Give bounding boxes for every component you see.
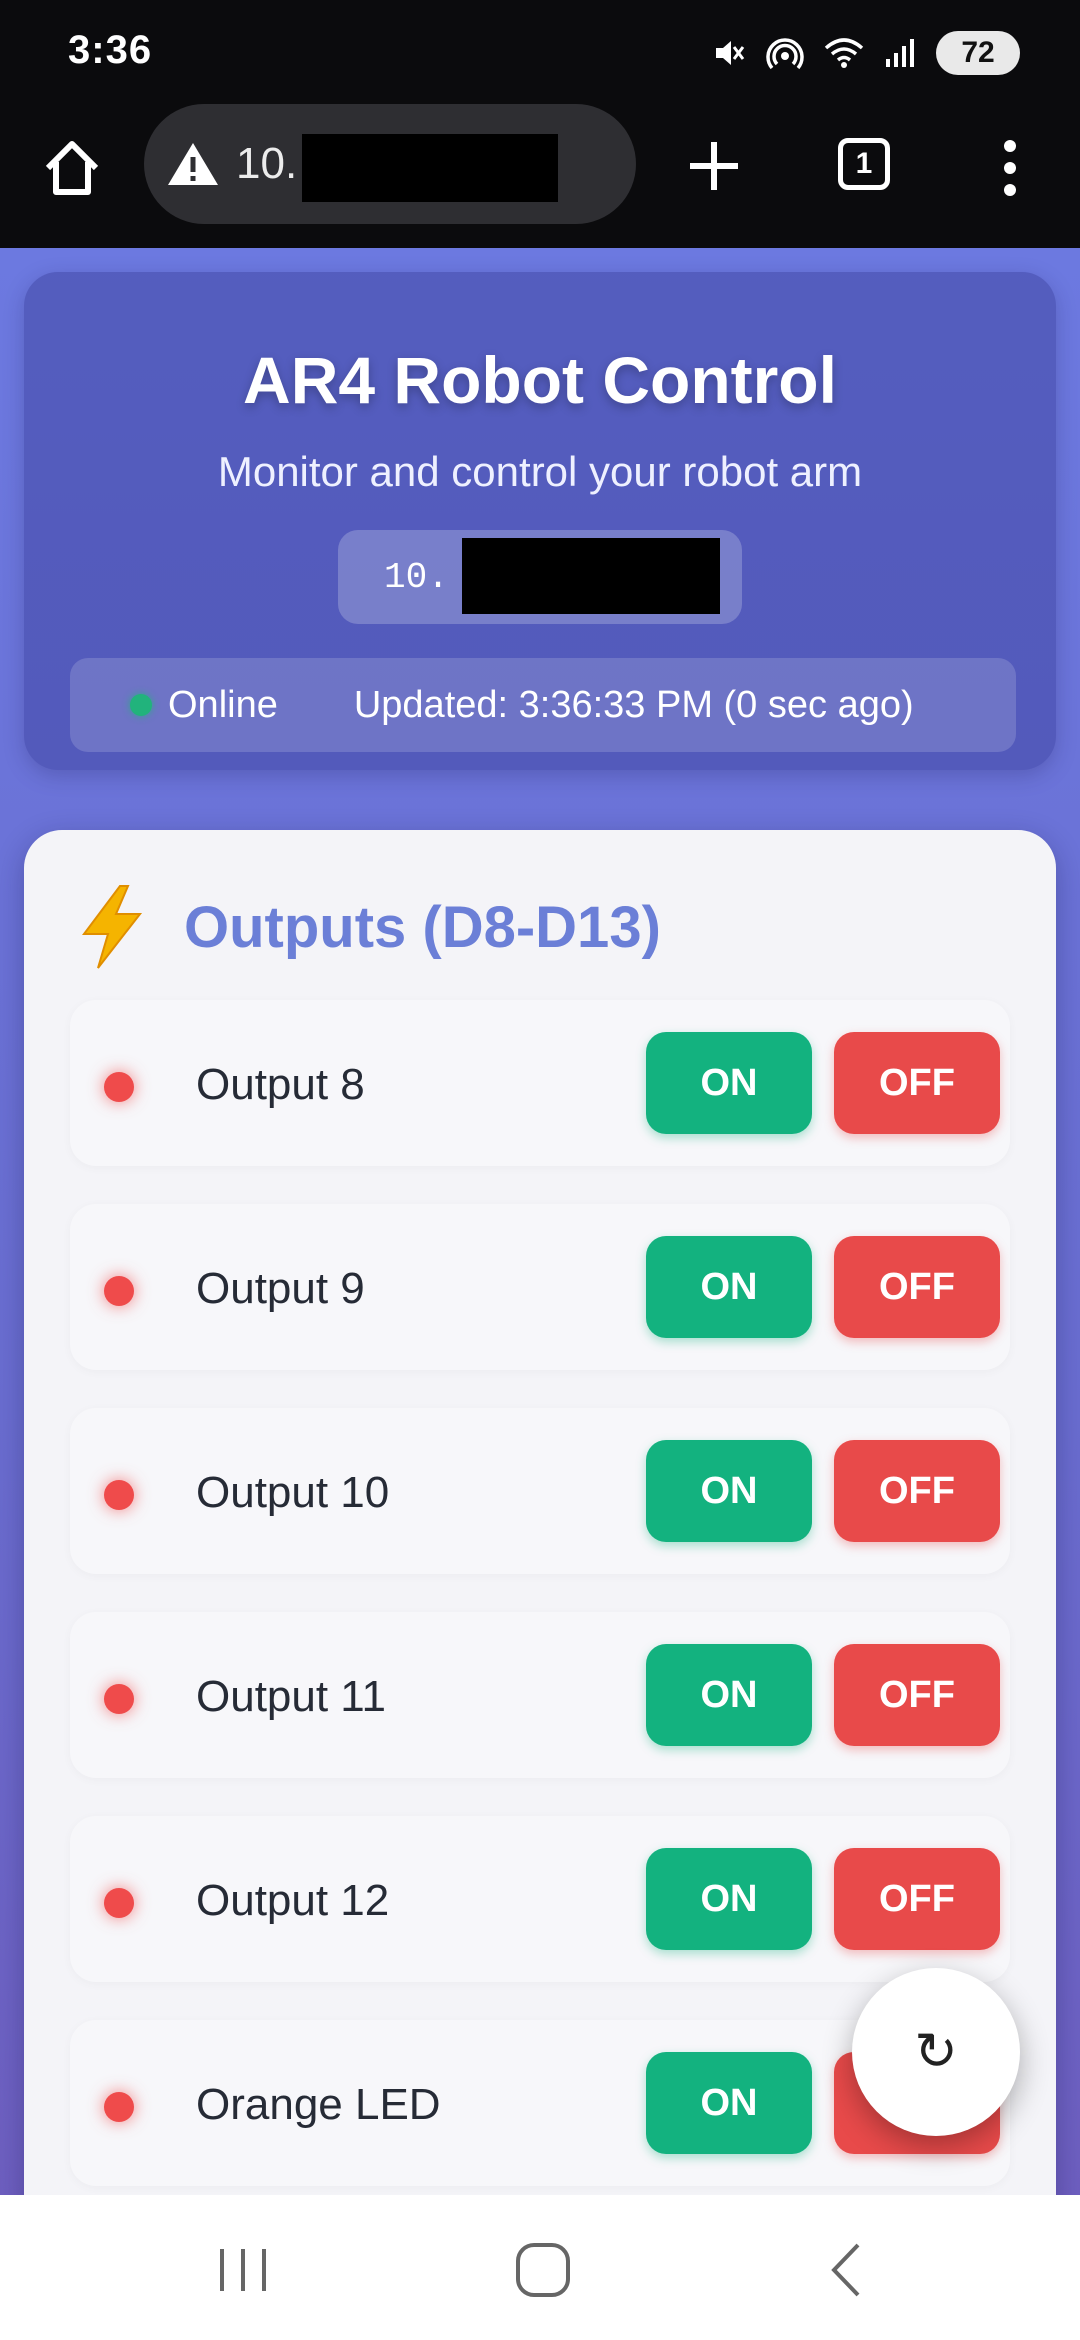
system-nav-bar <box>0 2195 1080 2340</box>
ip-address: 10. <box>384 556 449 598</box>
warning-icon[interactable] <box>166 140 220 188</box>
online-indicator <box>130 694 152 716</box>
battery-level: 72 <box>961 36 995 69</box>
tab-switcher-button[interactable]: 1 <box>838 138 890 190</box>
redacted-block <box>462 538 720 614</box>
output-label: Orange LED <box>196 2080 441 2129</box>
status-led <box>104 1684 134 1714</box>
online-label: Online <box>168 683 278 726</box>
ip-address-box: 10. <box>338 530 742 624</box>
home-icon[interactable] <box>40 136 104 200</box>
output-row: Output 12 ON OFF <box>70 1816 1010 1982</box>
mute-icon <box>716 41 745 65</box>
off-button[interactable]: OFF <box>834 1440 1000 1542</box>
off-button[interactable]: OFF <box>834 1236 1000 1338</box>
status-bar: 3:36 72 <box>0 0 1080 100</box>
on-button[interactable]: ON <box>646 1440 812 1542</box>
battery-icon: 72 <box>936 31 1020 75</box>
output-label: Output 9 <box>196 1264 365 1313</box>
browser-toolbar: 10. 1 <box>0 100 1080 248</box>
refresh-button[interactable]: ↻ <box>852 1968 1020 2136</box>
output-label: Output 8 <box>196 1060 365 1109</box>
home-nav-icon[interactable] <box>508 2235 578 2305</box>
status-led <box>104 1888 134 1918</box>
last-updated: Updated: 3:36:33 PM (0 sec ago) <box>353 683 914 726</box>
page-subtitle: Monitor and control your robot arm <box>217 448 863 495</box>
off-button[interactable]: OFF <box>834 1032 1000 1134</box>
signal-icon <box>886 39 914 67</box>
on-button[interactable]: ON <box>646 1848 812 1950</box>
connection-status: Online Updated: 3:36:33 PM (0 sec ago) <box>70 658 1016 752</box>
back-icon[interactable] <box>812 2235 882 2305</box>
status-time: 3:36 <box>68 28 153 72</box>
redacted-block <box>302 134 558 202</box>
status-led <box>104 1480 134 1510</box>
wifi-icon <box>824 38 864 68</box>
page-title: AR4 Robot Control <box>243 343 837 417</box>
page-content: AR4 Robot Control Monitor and control yo… <box>0 248 1080 2195</box>
hotspot-icon <box>766 38 804 70</box>
output-row: Output 10 ON OFF <box>70 1408 1010 1574</box>
plus-icon[interactable] <box>684 136 744 196</box>
recent-apps-icon[interactable] <box>208 2235 278 2305</box>
lightning-icon <box>82 885 143 969</box>
outputs-title: Outputs (D8-D13) <box>184 894 661 960</box>
output-label: Output 11 <box>196 1672 386 1721</box>
menu-dots-icon[interactable] <box>990 138 1030 198</box>
header-panel: AR4 Robot Control Monitor and control yo… <box>24 272 1056 770</box>
output-label: Output 10 <box>196 1468 390 1517</box>
outputs-header: Outputs (D8-D13) <box>76 882 661 972</box>
output-row: Output 11 ON OFF <box>70 1612 1010 1778</box>
on-button[interactable]: ON <box>646 1032 812 1134</box>
output-row: Output 9 ON OFF <box>70 1204 1010 1370</box>
output-label: Output 12 <box>196 1876 390 1925</box>
off-button[interactable]: OFF <box>834 1644 1000 1746</box>
url-text[interactable]: 10. <box>236 139 297 189</box>
status-led <box>104 1072 134 1102</box>
off-button[interactable]: OFF <box>834 1848 1000 1950</box>
refresh-icon: ↻ <box>914 2023 958 2081</box>
on-button[interactable]: ON <box>646 1644 812 1746</box>
address-bar[interactable]: 10. <box>144 104 636 224</box>
on-button[interactable]: ON <box>646 1236 812 1338</box>
status-led <box>104 1276 134 1306</box>
status-icons: 72 <box>712 28 1020 78</box>
output-row: Output 8 ON OFF <box>70 1000 1010 1166</box>
on-button[interactable]: ON <box>646 2052 812 2154</box>
tab-count: 1 <box>855 147 873 180</box>
status-led <box>104 2092 134 2122</box>
